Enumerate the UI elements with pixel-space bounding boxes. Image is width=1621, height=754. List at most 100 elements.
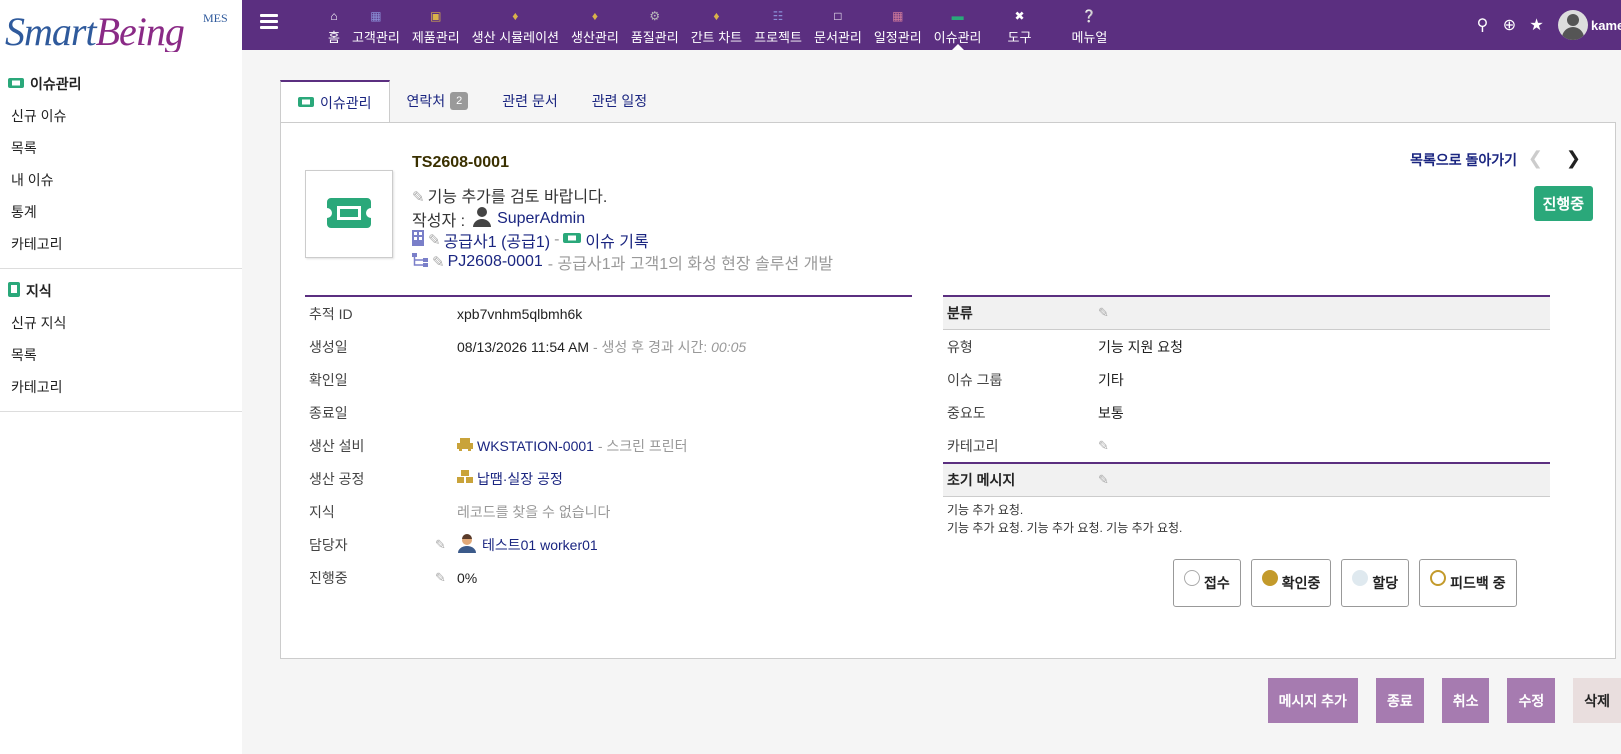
assignee-link[interactable]: 테스트01 worker01: [482, 535, 598, 555]
detail-row-tracking-id: 추적 ID xpb7vnhm5qlbmh6k: [309, 305, 583, 322]
top-right-tools: ⚲ ⊕ ★ kame: [1469, 0, 1621, 50]
classification-header: 분류 ✎: [943, 295, 1550, 330]
pencil-icon[interactable]: ✎: [1098, 472, 1109, 488]
star-icon[interactable]: ★: [1523, 15, 1550, 35]
contacts-count-badge: 2: [450, 92, 469, 110]
equipment-icon: [457, 437, 473, 454]
issue-number: TS2608-0001: [412, 154, 509, 171]
nav-tools[interactable]: ✖ 도구: [988, 0, 1052, 50]
issue-state-buttons: 접수 확인중 할당 피드백 중: [1173, 559, 1527, 607]
chevron-left-icon[interactable]: ❮: [1528, 148, 1543, 169]
username[interactable]: kame: [1591, 18, 1621, 33]
status-dot-icon: [1352, 570, 1369, 586]
nav-quality[interactable]: ⚙ 품질관리: [625, 0, 685, 50]
equipment-link[interactable]: WKSTATION-0001: [477, 438, 594, 454]
class-row-category: 카테고리 ✎: [947, 437, 1109, 454]
nav-production[interactable]: ♦ 생산관리: [565, 0, 625, 50]
detail-row-confirmed: 확인일: [309, 371, 348, 388]
initial-message-header: 초기 메시지 ✎: [943, 462, 1550, 497]
pencil-icon[interactable]: ✎: [1098, 305, 1109, 321]
pencil-icon[interactable]: ✎: [435, 537, 446, 553]
sidebar-item-new-issue[interactable]: 신규 이슈: [0, 100, 242, 132]
box-icon: ▣: [430, 9, 442, 23]
main-nav: ⌂ 홈 ▦ 고객관리 ▣ 제품관리 ♦ 생산 시뮬레이션 ♦ 생산관리 ⚙ 품질관리 ♦ 간트…: [322, 0, 1127, 50]
sidebar-item-issue-category[interactable]: 카테고리: [0, 228, 242, 260]
sidebar-item-new-knowledge[interactable]: 신규 지식: [0, 307, 242, 339]
state-feedback-button[interactable]: 피드백 중: [1419, 559, 1517, 607]
sidebar: 이슈관리 신규 이슈 목록 내 이슈 통계 카테고리 지식 신규 지식 목록 카…: [0, 52, 242, 754]
detail-row-created: 생성일 08/13/2026 11:54 AM - 생성 후 경과 시간: 00:…: [309, 338, 747, 355]
state-checking-button[interactable]: 확인중: [1250, 559, 1332, 607]
project-description: - 공급사1과 고객1의 화성 현장 솔루션 개발: [547, 256, 834, 273]
sidebar-item-knowledge-category[interactable]: 카테고리: [0, 371, 242, 403]
tab-related-schedule[interactable]: 관련 일정: [575, 80, 664, 122]
nav-customers[interactable]: ▦ 고객관리: [346, 0, 406, 50]
nav-issues[interactable]: ▬ 이슈관리: [928, 0, 988, 50]
back-to-list-link[interactable]: 목록으로 돌아가기: [1410, 150, 1517, 170]
sidebar-heading-knowledge: 지식: [0, 281, 242, 301]
pencil-icon[interactable]: ✎: [435, 570, 446, 586]
state-received-button[interactable]: 접수: [1173, 559, 1241, 607]
author-link[interactable]: SuperAdmin: [497, 210, 585, 228]
nav-gantt[interactable]: ♦ 간트 차트: [685, 0, 748, 50]
menu-toggle-icon[interactable]: [260, 14, 278, 30]
folder-icon: □: [834, 9, 842, 23]
sidebar-item-my-issues[interactable]: 내 이슈: [0, 164, 242, 196]
issue-panel: TS2608-0001 ✎ 기능 추가를 검토 바랍니다. 작성자 : Super…: [280, 122, 1616, 659]
issue-tabs: 이슈관리 연락처 2 관련 문서 관련 일정: [280, 80, 664, 124]
pencil-icon[interactable]: ✎: [1098, 438, 1109, 454]
ticket-icon: [8, 76, 24, 92]
process-link[interactable]: 납땜·실장 공정: [477, 469, 563, 489]
pencil-icon[interactable]: ✎: [432, 253, 445, 271]
edit-button[interactable]: 수정: [1507, 678, 1556, 723]
detail-row-equipment: 생산 설비 WKSTATION-0001 - 스크린 프린터: [309, 437, 688, 454]
cubes-icon: ♦: [591, 9, 598, 23]
delete-button[interactable]: 삭제: [1573, 678, 1621, 723]
nav-simulation[interactable]: ♦ 생산 시뮬레이션: [466, 0, 565, 50]
issue-title[interactable]: ✎ 기능 추가를 검토 바랍니다.: [412, 183, 607, 207]
company-link[interactable]: 공급사1 (공급1): [444, 228, 551, 252]
status-dot-icon: [1184, 570, 1200, 586]
main-content: 이슈관리 연락처 2 관련 문서 관련 일정 TS2608-0001 ✎ 기능 추가…: [242, 50, 1621, 754]
tab-related-docs[interactable]: 관련 문서: [485, 80, 574, 122]
nav-schedule[interactable]: ▦ 일정관리: [868, 0, 928, 50]
cubes-icon: ♦: [713, 9, 720, 23]
search-icon[interactable]: ⚲: [1469, 15, 1496, 35]
state-assigned-button[interactable]: 할당: [1341, 559, 1410, 607]
user-avatar[interactable]: [1558, 10, 1588, 40]
nav-products[interactable]: ▣ 제품관리: [406, 0, 466, 50]
detail-row-closed: 종료일: [309, 404, 348, 421]
nav-home[interactable]: ⌂ 홈: [322, 0, 346, 50]
issue-company-line: ✎ 공급사1 (공급1) - 이슈 기록: [412, 228, 649, 252]
nav-projects[interactable]: ☷ 프로젝트: [748, 0, 808, 50]
issue-project-line: ✎ PJ2608-0001 - 공급사1과 고객1의 화성 현장 솔루션 개발: [412, 250, 833, 274]
sitemap-icon: [412, 252, 428, 272]
sidebar-item-statistics[interactable]: 통계: [0, 196, 242, 228]
nav-documents[interactable]: □ 문서관리: [808, 0, 868, 50]
sidebar-item-knowledge-list[interactable]: 목록: [0, 339, 242, 371]
sidebar-item-issue-list[interactable]: 목록: [0, 132, 242, 164]
cancel-button[interactable]: 취소: [1441, 678, 1490, 723]
add-message-button[interactable]: 메시지 추가: [1267, 678, 1358, 723]
tab-contacts[interactable]: 연락처 2: [390, 80, 486, 122]
classification-table: 분류 ✎ 유형 기능 지원 요청 이슈 그룹 기타 중요도 보통 카테고리 ✎ 초기 메시…: [943, 295, 1550, 541]
ticket-icon: [563, 231, 582, 249]
add-circle-icon[interactable]: ⊕: [1496, 15, 1523, 35]
action-bar: 메시지 추가 종료 취소 수정 삭제: [1267, 678, 1621, 723]
building-icon: ▦: [370, 9, 382, 23]
app-logo[interactable]: SmartBeing MES: [0, 0, 242, 54]
detail-row-knowledge: 지식 레코드를 찾을 수 없습니다: [309, 503, 611, 520]
pencil-icon[interactable]: ✎: [428, 231, 441, 249]
tab-issue[interactable]: 이슈관리: [280, 80, 390, 124]
calendar-icon: ▦: [892, 9, 904, 23]
nav-manual[interactable]: ❔ 메뉴얼: [1051, 0, 1127, 50]
chevron-right-icon[interactable]: ❯: [1566, 148, 1581, 169]
sitemap-icon: ☷: [772, 9, 784, 23]
issue-record-link[interactable]: 이슈 기록: [585, 228, 648, 252]
project-link[interactable]: PJ2608-0001: [448, 253, 543, 271]
detail-row-progress: 진행중 ✎ 0%: [309, 569, 478, 586]
status-dot-icon: [1261, 570, 1278, 586]
detail-row-assignee: 담당자 ✎ 테스트01 worker01: [305, 528, 912, 561]
logo-mes: MES: [203, 11, 228, 25]
close-issue-button[interactable]: 종료: [1375, 678, 1424, 723]
